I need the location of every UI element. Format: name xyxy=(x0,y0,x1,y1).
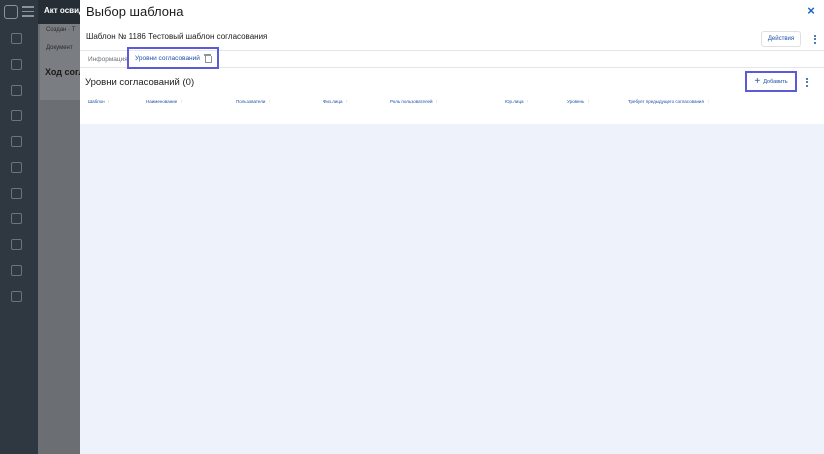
tab-approval-levels[interactable]: Уровни согласований xyxy=(127,47,219,69)
sort-arrow-icon: ↑ xyxy=(706,99,710,105)
sort-arrow-icon: ↑ xyxy=(345,99,348,105)
table-header: Шаблон ↑ Наименование ↑ Пользователи ↑ Физ.… xyxy=(80,95,824,111)
modal-title: Выбор шаблона xyxy=(86,4,184,19)
sort-arrow-icon: ↑ xyxy=(435,99,439,105)
sort-arrow-icon: ↑ xyxy=(268,99,271,105)
template-name: Шаблон № 1186 Тестовый шаблон согласован… xyxy=(86,32,268,41)
column-header-level[interactable]: Уровень ↑ xyxy=(567,99,590,105)
column-header-user-role[interactable]: Роль пользователей ↑ xyxy=(390,99,438,105)
sort-arrow-icon: ↑ xyxy=(180,99,183,105)
column-header-name[interactable]: Наименование ↑ xyxy=(146,99,183,105)
section-more-icon[interactable] xyxy=(802,74,812,90)
sidebar-icon-7[interactable] xyxy=(11,188,22,199)
sidebar-icon-5[interactable] xyxy=(11,136,22,147)
sidebar-icon-4[interactable] xyxy=(11,110,22,121)
column-header-template[interactable]: Шаблон ↑ xyxy=(88,99,110,105)
sidebar-icon-6[interactable] xyxy=(11,162,22,173)
app-page-title: Акт освид xyxy=(44,6,85,15)
column-header-legal-entities[interactable]: Юр.лица ↑ xyxy=(505,99,529,105)
app-progress-title: Ход согл xyxy=(45,67,85,77)
sidebar-icon-3[interactable] xyxy=(11,85,22,96)
tab-information[interactable]: Информация xyxy=(88,56,128,63)
column-header-requires-previous[interactable]: Требует предыдущего согласования ↑ xyxy=(628,99,709,105)
close-icon[interactable]: × xyxy=(804,4,818,18)
sort-arrow-icon: ↑ xyxy=(107,99,111,105)
section-title: Уровни согласований (0) xyxy=(85,77,195,88)
app-logo-icon xyxy=(4,5,18,19)
trash-icon[interactable] xyxy=(203,54,212,63)
sidebar-icon-2[interactable] xyxy=(11,59,22,70)
tab-bar: Информация Уровни согласований xyxy=(80,47,824,69)
actions-button[interactable]: Действия xyxy=(761,31,801,47)
add-button[interactable]: + Добавить xyxy=(745,71,797,92)
sort-arrow-icon: ↑ xyxy=(587,99,590,105)
app-created-label: Создан · Т xyxy=(46,27,76,33)
add-button-label: Добавить xyxy=(763,78,788,85)
menu-icon[interactable] xyxy=(22,6,34,18)
sidebar-icon-1[interactable] xyxy=(11,33,22,44)
sort-arrow-icon: ↑ xyxy=(526,99,530,105)
column-header-users[interactable]: Пользователи ↑ xyxy=(236,99,271,105)
column-header-individuals[interactable]: Физ.лица ↑ xyxy=(323,99,348,105)
more-options-icon[interactable] xyxy=(810,31,820,47)
sidebar-icon-10[interactable] xyxy=(11,265,22,276)
sidebar-icon-11[interactable] xyxy=(11,291,22,302)
sidebar-icon-8[interactable] xyxy=(11,213,22,224)
app-document-label: Документ xyxy=(46,45,73,51)
modal-header: Выбор шаблона × xyxy=(80,0,824,26)
tab-approval-levels-label: Уровни согласований xyxy=(135,54,200,62)
template-select-modal: Выбор шаблона × Шаблон № 1186 Тестовый ш… xyxy=(80,0,824,454)
table-body-empty xyxy=(80,124,824,454)
sidebar-icon-9[interactable] xyxy=(11,239,22,250)
plus-icon: + xyxy=(754,75,761,87)
